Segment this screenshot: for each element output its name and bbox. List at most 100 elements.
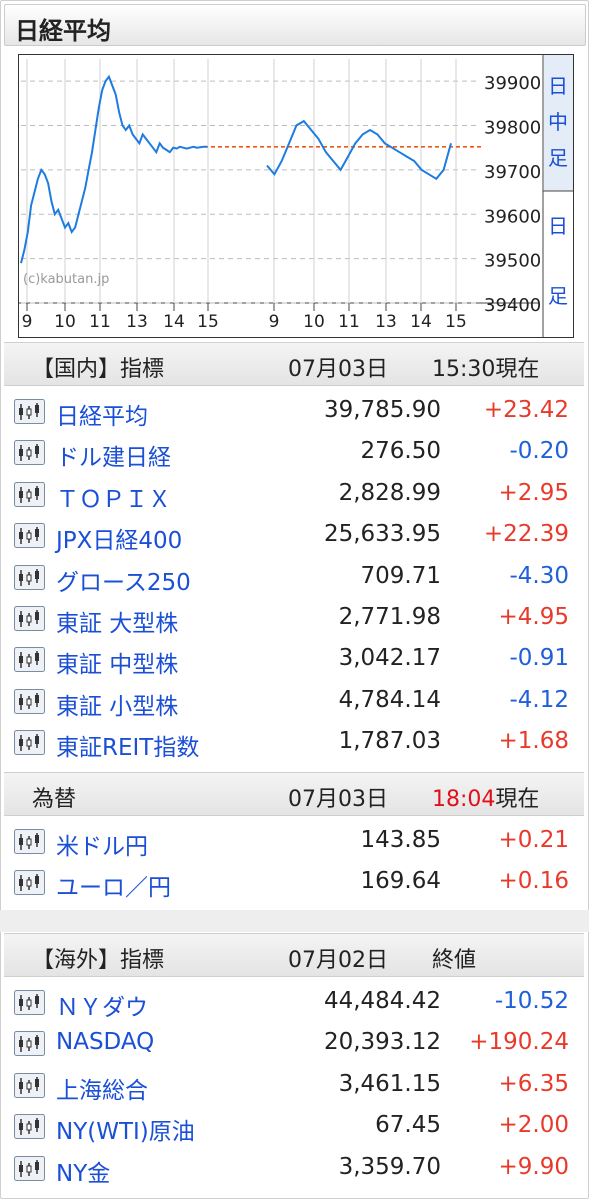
overseas-name-link[interactable]: ＮＹダウ (56, 988, 148, 1022)
candlestick-chart-icon[interactable] (14, 730, 45, 756)
overseas-row[interactable]: NASDAQ 20,393.12 +190.24 (0, 1023, 589, 1064)
domestic-value: 2,771.98 (338, 604, 441, 630)
y-tick-label: 39700 (484, 162, 541, 183)
overseas-date: 07月02日 (288, 948, 388, 973)
overseas-value: 44,484.42 (323, 988, 441, 1014)
domestic-row[interactable]: 東証 中型株 3,042.17 -0.91 (0, 639, 589, 680)
fx-name-link[interactable]: 米ドル円 (56, 827, 148, 861)
domestic-value: 1,787.03 (338, 728, 441, 755)
overseas-name-link[interactable]: NY金 (56, 1154, 110, 1188)
domestic-change: -4.30 (509, 562, 569, 589)
domestic-row[interactable]: ドル建日経 276.50 -0.20 (0, 432, 589, 473)
fx-date: 07月03日 (288, 787, 388, 812)
overseas-row[interactable]: NY金 3,359.70 +9.90 (0, 1148, 589, 1189)
fx-value: 143.85 (360, 827, 441, 853)
candlestick-chart-icon[interactable] (14, 1072, 45, 1098)
overseas-row[interactable]: ＮＹダウ 44,484.42 -10.52 (0, 982, 589, 1023)
x-tick-label: 10 (303, 312, 325, 332)
y-tick-label: 39400 (484, 295, 541, 316)
domestic-name-link[interactable]: 日経平均 (56, 397, 148, 431)
overseas-row[interactable]: 上海総合 3,461.15 +6.35 (0, 1065, 589, 1106)
domestic-name-link[interactable]: グロース250 (56, 563, 191, 597)
x-tick-label: 13 (126, 312, 148, 332)
page-title: 日経平均 (15, 17, 111, 45)
domestic-row[interactable]: グロース250 709.71 -4.30 (0, 557, 589, 598)
candlestick-chart-icon[interactable] (14, 829, 45, 854)
domestic-value: 39,785.90 (323, 397, 441, 423)
domestic-row[interactable]: ＴＯＰＩＸ 2,828.99 +2.95 (0, 474, 589, 515)
fx-label: 為替 (32, 787, 77, 812)
candlestick-chart-icon[interactable] (14, 1155, 45, 1181)
candlestick-chart-icon[interactable] (14, 990, 45, 1015)
domestic-change: +22.39 (483, 521, 569, 548)
candlestick-chart-icon[interactable] (14, 606, 45, 631)
fx-row[interactable]: ユーロ／円 169.64 +0.16 (0, 862, 589, 903)
candlestick-chart-icon[interactable] (14, 1031, 45, 1057)
overseas-label: 【海外】指標 (32, 948, 165, 973)
overseas-change: +2.00 (498, 1112, 569, 1139)
domestic-row[interactable]: 東証 大型株 2,771.98 +4.95 (0, 598, 589, 639)
domestic-change: +1.68 (498, 728, 569, 755)
candlestick-chart-icon[interactable] (14, 647, 45, 673)
fx-name-link[interactable]: ユーロ／円 (56, 868, 171, 902)
period-intraday-label: 中 (548, 110, 568, 134)
watermark: (c)kabutan.jp (23, 272, 109, 287)
candlestick-chart-icon[interactable] (14, 481, 45, 507)
fx-time-suffix: 現在 (495, 787, 540, 812)
domestic-row[interactable]: 東証 小型株 4,784.14 -4.12 (0, 681, 589, 722)
overseas-name-link[interactable]: NY(WTI)原油 (56, 1112, 195, 1146)
overseas-row[interactable]: NY(WTI)原油 67.45 +2.00 (0, 1106, 589, 1147)
x-tick-label: 9 (269, 312, 280, 332)
overseas-change: +9.90 (498, 1153, 569, 1180)
domestic-change: +4.95 (498, 604, 569, 630)
domestic-date: 07月03日 (288, 357, 388, 382)
candlestick-chart-icon[interactable] (14, 1114, 45, 1140)
domestic-row[interactable]: 日経平均 39,785.90 +23.42 (0, 391, 589, 432)
domestic-name-link[interactable]: 東証 大型株 (56, 604, 178, 638)
domestic-row[interactable]: 東証REIT指数 1,787.03 +1.68 (0, 722, 589, 763)
fx-value: 169.64 (360, 868, 441, 895)
nikkei-chart[interactable]: 39900 39800 39700 39600 39500 39400 9 10 11 13 14 1… (18, 54, 574, 338)
domestic-name-link[interactable]: 東証 小型株 (56, 687, 178, 721)
domestic-value: 25,633.95 (323, 521, 441, 548)
y-tick-label: 39900 (484, 73, 541, 94)
candlestick-chart-icon[interactable] (14, 523, 45, 549)
overseas-name-link[interactable]: 上海総合 (56, 1071, 148, 1105)
x-tick-label: 10 (54, 312, 76, 332)
period-intraday-label: 日 (548, 74, 568, 98)
domestic-change: +2.95 (498, 479, 569, 506)
domestic-change: -0.20 (509, 438, 569, 465)
overseas-value: 20,393.12 (323, 1029, 441, 1056)
x-tick-label: 11 (89, 312, 111, 332)
domestic-value: 3,042.17 (338, 645, 441, 672)
domestic-row[interactable]: JPX日経400 25,633.95 +22.39 (0, 515, 589, 556)
domestic-name-link[interactable]: JPX日経400 (56, 521, 182, 555)
domestic-header: 【国内】指標 07月03日 15:30現在 (4, 342, 584, 386)
candlestick-chart-icon[interactable] (14, 564, 45, 590)
domestic-name-link[interactable]: 東証 中型株 (56, 645, 178, 679)
x-tick-label: 13 (375, 312, 397, 332)
domestic-name-link[interactable]: 東証REIT指数 (56, 728, 199, 762)
x-tick-label: 15 (445, 312, 467, 332)
y-tick-label: 39500 (484, 251, 541, 272)
y-tick-label: 39800 (484, 118, 541, 139)
overseas-value: 67.45 (375, 1112, 441, 1139)
fx-time: 18:04現在 (432, 781, 539, 813)
overseas-name-link[interactable]: NASDAQ (56, 1029, 154, 1055)
fx-change: +0.21 (498, 827, 569, 853)
domestic-label: 【国内】指標 (32, 357, 165, 382)
domestic-change: -0.91 (509, 645, 569, 672)
overseas-value: 3,461.15 (338, 1070, 441, 1097)
fx-row[interactable]: 米ドル円 143.85 +0.21 (0, 821, 589, 862)
candlestick-chart-icon[interactable] (14, 688, 45, 714)
candlestick-chart-icon[interactable] (14, 399, 45, 424)
x-tick-label: 14 (410, 312, 432, 332)
fx-time-value: 18:04 (432, 787, 496, 812)
fx-change: +0.16 (498, 868, 569, 895)
domestic-change: +23.42 (483, 397, 569, 423)
candlestick-chart-icon[interactable] (14, 870, 45, 896)
domestic-name-link[interactable]: ドル建日経 (56, 438, 171, 472)
domestic-name-link[interactable]: ＴＯＰＩＸ (56, 480, 171, 514)
candlestick-chart-icon[interactable] (14, 440, 45, 466)
x-tick-label: 14 (163, 312, 185, 332)
